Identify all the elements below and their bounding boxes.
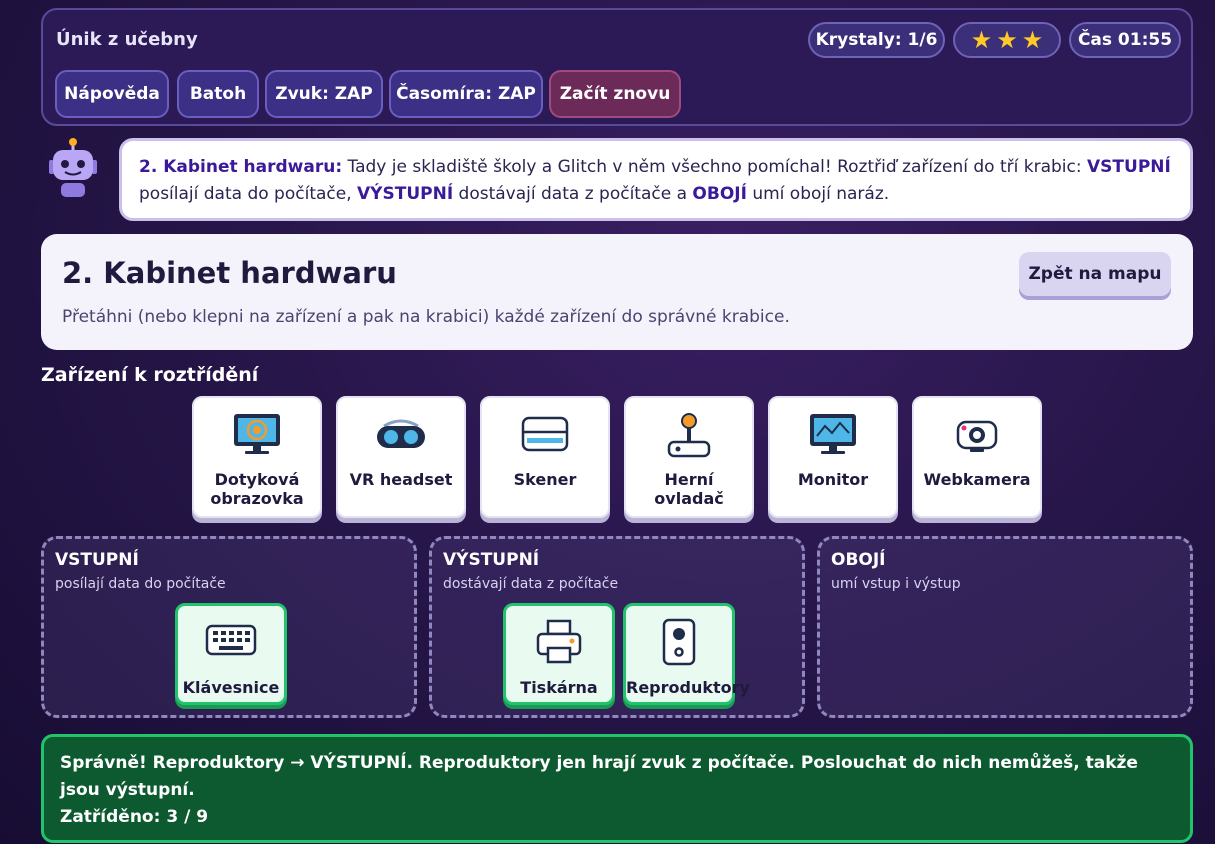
star-icon: ★ [1021,26,1044,54]
timer: Čas 01:55 [1069,22,1181,58]
level-instructions: Přetáhni (nebo klepni na zařízení a pak … [62,307,790,327]
device-label: Monitor [797,470,869,489]
vr-headset-icon [338,412,464,458]
bin-input[interactable]: VSTUPNÍ posílají data do počítače Kláves… [41,536,417,718]
keyboard-icon [178,618,284,666]
sorted-item-label: Tiskárna [520,678,598,697]
monitor-icon [770,412,896,458]
device-tile-webcam[interactable]: Webkamera [912,396,1042,518]
star-icon: ★ [970,26,993,54]
sorted-item-keyboard[interactable]: Klávesnice [175,603,287,705]
star-rating: ★ ★ ★ [953,22,1061,58]
sorted-item-printer[interactable]: Tiskárna [503,603,615,705]
sorted-item-label: Reproduktory [626,678,750,697]
joystick-icon [626,412,752,458]
keyword-both: OBOJÍ [692,184,747,204]
device-tile-scanner[interactable]: Skener [480,396,610,518]
guide-level-name: 2. Kabinet hardwaru: [139,157,343,177]
top-bar: Únik z učebny Krystaly: 1/6 ★ ★ ★ Čas 01… [41,8,1193,126]
bin-subtitle: posílají data do počítače [55,576,226,592]
touchscreen-icon [194,412,320,458]
level-title: 2. Kabinet hardwaru [62,256,397,290]
bin-title: VÝSTUPNÍ [443,550,540,570]
sorted-item-speaker[interactable]: Reproduktory [623,603,750,705]
devices-heading: Zařízení k roztřídění [41,364,259,386]
feedback-panel: Správně! Reproduktory → VÝSTUPNÍ. Reprod… [41,734,1193,843]
device-label: Skener [513,470,577,489]
feedback-message: Správně! Reproduktory → VÝSTUPNÍ. Reprod… [60,753,1138,800]
keyword-input: VSTUPNÍ [1087,157,1171,177]
app-title: Únik z učebny [56,29,198,50]
guide-text: umí obojí naráz. [746,184,890,204]
guide-text: dostávají data z počítače a [453,184,693,204]
speaker-icon [626,618,732,666]
webcam-icon [914,412,1040,458]
guide-text: posílají data do počítače, [139,184,358,204]
bin-output[interactable]: VÝSTUPNÍ dostávají data z počítače Tiská… [429,536,805,718]
crystal-counter: Krystaly: 1/6 [808,22,945,58]
star-icon: ★ [996,26,1018,54]
device-tile-game-controller[interactable]: Herní ovladač [624,396,754,518]
device-tile-vr-headset[interactable]: VR headset [336,396,466,518]
level-card: 2. Kabinet hardwaru Přetáhni (nebo klepn… [41,234,1193,350]
printer-icon [506,618,612,666]
device-tile-touchscreen[interactable]: Dotyková obrazovka [192,396,322,518]
sorted-item-label: Klávesnice [182,678,280,697]
restart-button[interactable]: Začít znovu [549,70,681,118]
bin-subtitle: umí vstup i výstup [831,576,961,592]
backpack-button[interactable]: Batoh [177,70,259,118]
device-label: Webkamera [923,470,1031,489]
help-button[interactable]: Nápověda [55,70,169,118]
keyword-output: VÝSTUPNÍ [357,184,454,204]
guide-text: Tady je skladiště školy a Glitch v něm v… [342,157,1088,177]
bin-title: OBOJÍ [831,550,886,570]
robot-guide-icon [45,138,101,200]
sound-toggle-button[interactable]: Zvuk: ZAP [265,70,383,118]
device-label: VR headset [349,470,453,489]
bin-title: VSTUPNÍ [55,550,139,570]
back-to-map-button[interactable]: Zpět na mapu [1019,252,1171,296]
bin-subtitle: dostávají data z počítače [443,576,619,592]
device-label: Herní ovladač [654,470,724,508]
timer-toggle-button[interactable]: Časomíra: ZAP [389,70,543,118]
device-tile-monitor[interactable]: Monitor [768,396,898,518]
progress-counter: Zatříděno: 3 / 9 [60,807,209,827]
scanner-icon [482,412,608,458]
device-label: Dotyková obrazovka [210,470,304,508]
bin-both[interactable]: OBOJÍ umí vstup i výstup [817,536,1193,718]
guide-speech-bubble: 2. Kabinet hardwaru: Tady je skladiště š… [119,138,1193,221]
